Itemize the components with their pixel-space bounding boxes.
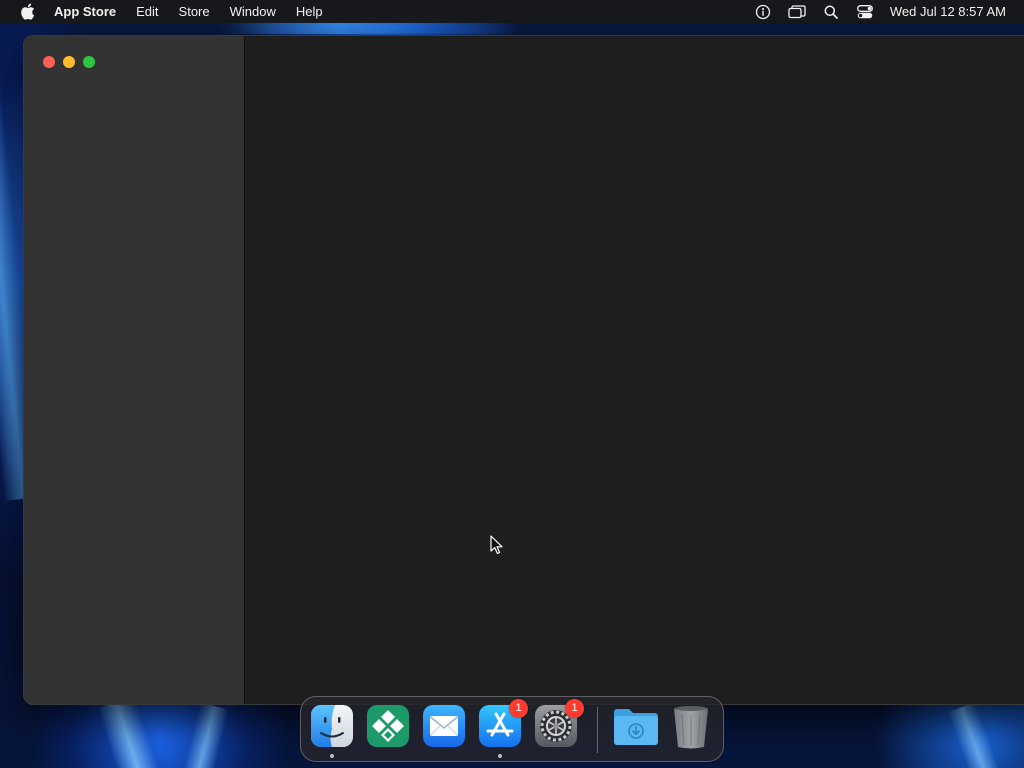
menu-app-name[interactable]: App Store bbox=[52, 0, 126, 23]
screen-mirroring-icon[interactable] bbox=[787, 3, 807, 21]
dock-mail[interactable] bbox=[422, 704, 466, 748]
mouse-cursor-icon bbox=[490, 535, 504, 555]
dock-app-store[interactable]: 1 bbox=[478, 699, 528, 758]
dock-separator bbox=[597, 707, 598, 753]
menu-help[interactable]: Help bbox=[286, 0, 333, 23]
downloads-folder-icon bbox=[614, 709, 658, 745]
apple-menu-icon[interactable] bbox=[18, 3, 36, 21]
close-window-button[interactable] bbox=[43, 56, 55, 68]
system-settings-badge: 1 bbox=[565, 699, 584, 718]
trash-icon bbox=[674, 706, 708, 749]
dock-downloads-folder[interactable] bbox=[612, 704, 658, 748]
dock: 1 1 bbox=[300, 696, 724, 762]
menu-store[interactable]: Store bbox=[169, 0, 220, 23]
spotlight-search-icon[interactable] bbox=[821, 3, 841, 21]
traffic-lights bbox=[43, 56, 95, 68]
menu-bar: App Store Edit Store Window Help Wed Jul… bbox=[0, 0, 1024, 23]
mail-icon bbox=[423, 705, 465, 747]
app-store-badge: 1 bbox=[509, 699, 528, 718]
running-indicator bbox=[498, 754, 502, 758]
menu-bar-clock[interactable]: Wed Jul 12 8:57 AM bbox=[890, 4, 1006, 19]
dock-trash[interactable] bbox=[671, 704, 715, 749]
zoom-window-button[interactable] bbox=[83, 56, 95, 68]
app-store-window bbox=[23, 35, 1024, 705]
window-sidebar bbox=[24, 36, 245, 704]
dock-finder[interactable] bbox=[310, 704, 354, 758]
dock-system-settings[interactable]: 1 bbox=[534, 699, 584, 748]
control-center-icon[interactable] bbox=[855, 3, 875, 21]
dock-diamond-app[interactable] bbox=[366, 704, 410, 748]
menu-edit[interactable]: Edit bbox=[126, 0, 168, 23]
minimize-window-button[interactable] bbox=[63, 56, 75, 68]
menu-window[interactable]: Window bbox=[220, 0, 286, 23]
window-content-area bbox=[245, 36, 1024, 704]
running-indicator bbox=[330, 754, 334, 758]
diamond-app-icon bbox=[367, 705, 409, 747]
accessibility-icon[interactable] bbox=[753, 3, 773, 21]
finder-icon bbox=[311, 705, 353, 747]
